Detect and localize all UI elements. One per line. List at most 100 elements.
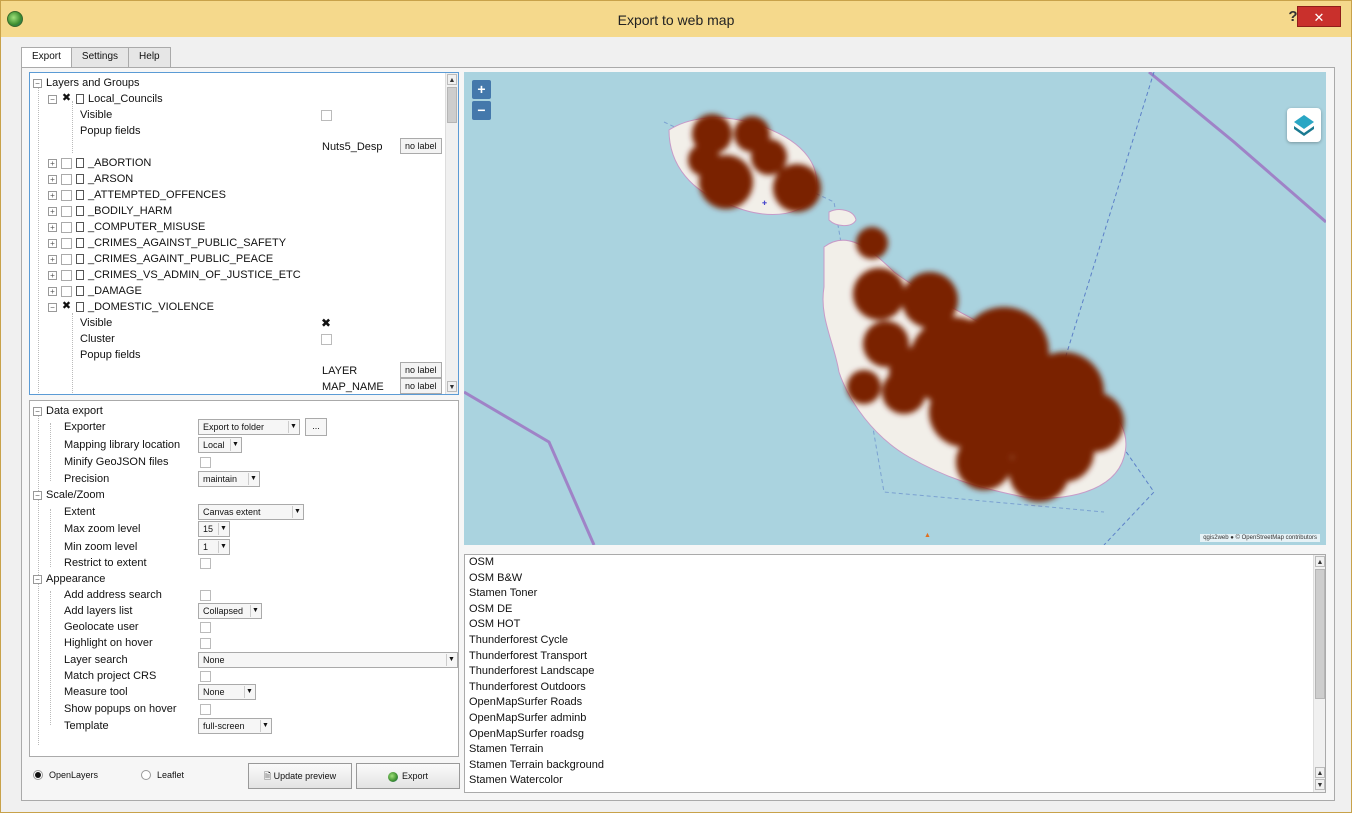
precision-combo[interactable]: maintain ▼ (198, 471, 260, 487)
collapse-icon[interactable]: − (33, 490, 42, 500)
layers-tree[interactable]: − Layers and Groups − ✖ Local_Councils Visi… (29, 72, 459, 395)
layer-checkbox[interactable] (61, 221, 72, 233)
close-button[interactable]: ✕ (1297, 6, 1341, 27)
tab-help[interactable]: Help (128, 47, 171, 67)
tab-export[interactable]: Export (21, 47, 72, 68)
visible-checkbox[interactable] (321, 110, 332, 121)
map-preview[interactable]: ✚ ▲ + − qgis2web ● © OpenStreetMap contr… (464, 72, 1326, 545)
group-appearance[interactable]: − Appearance (33, 571, 105, 587)
zoom-out-button[interactable]: − (472, 101, 491, 120)
zoom-in-button[interactable]: + (472, 80, 491, 99)
popups-hover-checkbox[interactable] (200, 704, 211, 715)
layer-checkbox[interactable] (61, 189, 72, 201)
layer-row[interactable]: + _ATTEMPTED_OFFENCES (48, 187, 226, 203)
openlayers-radio[interactable] (33, 770, 43, 780)
popup-field-label-combo[interactable]: no label (400, 138, 442, 154)
highlight-checkbox[interactable] (200, 638, 211, 649)
extent-combo[interactable]: Canvas extent ▼ (198, 504, 304, 520)
cluster-checkbox[interactable] (321, 334, 332, 345)
basemap-item[interactable]: Thunderforest Cycle (465, 633, 1325, 649)
collapse-icon[interactable]: − (48, 94, 57, 104)
scroll-down-icon[interactable]: ▼ (1315, 779, 1325, 790)
layer-row[interactable]: + _BODILY_HARM (48, 203, 172, 219)
basemap-list[interactable]: OSM OSM B&W Stamen Toner OSM DE OSM HOT Thund… (464, 554, 1326, 793)
max-zoom-combo[interactable]: 15 ▼ (198, 521, 230, 537)
layer-checkbox[interactable] (61, 157, 72, 169)
update-preview-button[interactable]: 🗎 Update preview (248, 763, 352, 789)
basemap-item[interactable]: Stamen Watercolor (465, 773, 1325, 789)
expand-icon[interactable]: + (48, 206, 57, 216)
basemap-item[interactable]: Thunderforest Outdoors (465, 680, 1325, 696)
visible-checked-icon[interactable]: ✖ (321, 315, 331, 331)
layer-checkbox[interactable]: ✖ (61, 300, 72, 313)
layer-row-local-councils[interactable]: − ✖ Local_Councils (48, 91, 163, 107)
expand-icon[interactable]: + (48, 190, 57, 200)
tree-scrollbar[interactable]: ▲ ▼ (445, 73, 458, 394)
layer-row[interactable]: + _CRIMES_AGAINST_PUBLIC_SAFETY (48, 235, 286, 251)
layers-list-combo[interactable]: Collapsed ▼ (198, 603, 262, 619)
layer-checkbox[interactable] (61, 269, 72, 281)
layer-row[interactable]: + _ABORTION (48, 155, 151, 171)
mapping-library-combo[interactable]: Local ▼ (198, 437, 242, 453)
group-scale-zoom[interactable]: − Scale/Zoom (33, 487, 105, 503)
list-scrollbar[interactable]: ▲ ▲ ▼ (1313, 555, 1325, 792)
scroll-down-icon[interactable]: ▼ (447, 381, 457, 392)
restrict-checkbox[interactable] (200, 558, 211, 569)
collapse-icon[interactable]: − (48, 302, 57, 312)
basemap-item[interactable]: OpenMapSurfer adminb (465, 711, 1325, 727)
basemap-item[interactable]: OSM DE (465, 602, 1325, 618)
collapse-icon[interactable]: − (33, 78, 42, 88)
layer-checkbox[interactable] (61, 253, 72, 265)
collapse-icon[interactable]: − (33, 406, 42, 416)
leaflet-radio[interactable] (141, 770, 151, 780)
layer-row[interactable]: + _CRIMES_AGAINT_PUBLIC_PEACE (48, 251, 273, 267)
layer-switcher-button[interactable] (1287, 108, 1321, 142)
group-data-export[interactable]: − Data export (33, 403, 103, 419)
basemap-item[interactable]: OpenMapSurfer roadsg (465, 727, 1325, 743)
map-canvas[interactable]: ✚ ▲ (464, 72, 1326, 545)
basemap-item[interactable]: Stamen Terrain background (465, 758, 1325, 774)
layer-row-domestic-violence[interactable]: − ✖ _DOMESTIC_VIOLENCE (48, 299, 214, 315)
basemap-item[interactable]: Stamen Terrain (465, 742, 1325, 758)
template-combo[interactable]: full-screen ▼ (198, 718, 272, 734)
popup-field-label-combo[interactable]: no label (400, 362, 442, 378)
layer-row[interactable]: + _DAMAGE (48, 283, 142, 299)
basemap-item[interactable]: OpenMapSurfer Roads (465, 695, 1325, 711)
scroll-thumb[interactable] (1315, 569, 1325, 699)
layer-row[interactable]: + _ARSON (48, 171, 133, 187)
expand-icon[interactable]: + (48, 222, 57, 232)
collapse-icon[interactable]: − (33, 574, 42, 584)
expand-icon[interactable]: + (48, 158, 57, 168)
popup-field-label-combo[interactable]: no label (400, 378, 442, 394)
geolocate-checkbox[interactable] (200, 622, 211, 633)
expand-icon[interactable]: + (48, 254, 57, 264)
export-button[interactable]: Export (356, 763, 460, 789)
layer-checkbox[interactable] (61, 285, 72, 297)
layer-checkbox[interactable] (61, 205, 72, 217)
exporter-combo[interactable]: Export to folder ▼ (198, 419, 300, 435)
layer-row[interactable]: + _CRIMES_VS_ADMIN_OF_JUSTICE_ETC (48, 267, 301, 283)
layer-search-combo[interactable]: None ▼ (198, 652, 458, 668)
expand-icon[interactable]: + (48, 270, 57, 280)
scroll-up-icon[interactable]: ▲ (447, 74, 457, 85)
expand-icon[interactable]: + (48, 238, 57, 248)
minify-checkbox[interactable] (200, 457, 211, 468)
basemap-item[interactable]: Thunderforest Transport (465, 649, 1325, 665)
scroll-down-icon[interactable]: ▲ (1315, 767, 1325, 778)
basemap-item[interactable]: OSM (465, 555, 1325, 571)
tree-root[interactable]: − Layers and Groups (33, 75, 140, 91)
match-crs-checkbox[interactable] (200, 671, 211, 682)
basemap-item[interactable]: OSM B&W (465, 571, 1325, 587)
tab-settings[interactable]: Settings (70, 47, 130, 67)
address-search-checkbox[interactable] (200, 590, 211, 601)
measure-tool-combo[interactable]: None ▼ (198, 684, 256, 700)
basemap-item[interactable]: Thunderforest Landscape (465, 664, 1325, 680)
layer-checkbox[interactable] (61, 237, 72, 249)
min-zoom-combo[interactable]: 1 ▼ (198, 539, 230, 555)
expand-icon[interactable]: + (48, 286, 57, 296)
browse-button[interactable]: ... (305, 418, 327, 436)
layer-row[interactable]: + _COMPUTER_MISUSE (48, 219, 205, 235)
expand-icon[interactable]: + (48, 174, 57, 184)
scroll-up-icon[interactable]: ▲ (1315, 556, 1325, 567)
basemap-item[interactable]: Stamen Toner (465, 586, 1325, 602)
